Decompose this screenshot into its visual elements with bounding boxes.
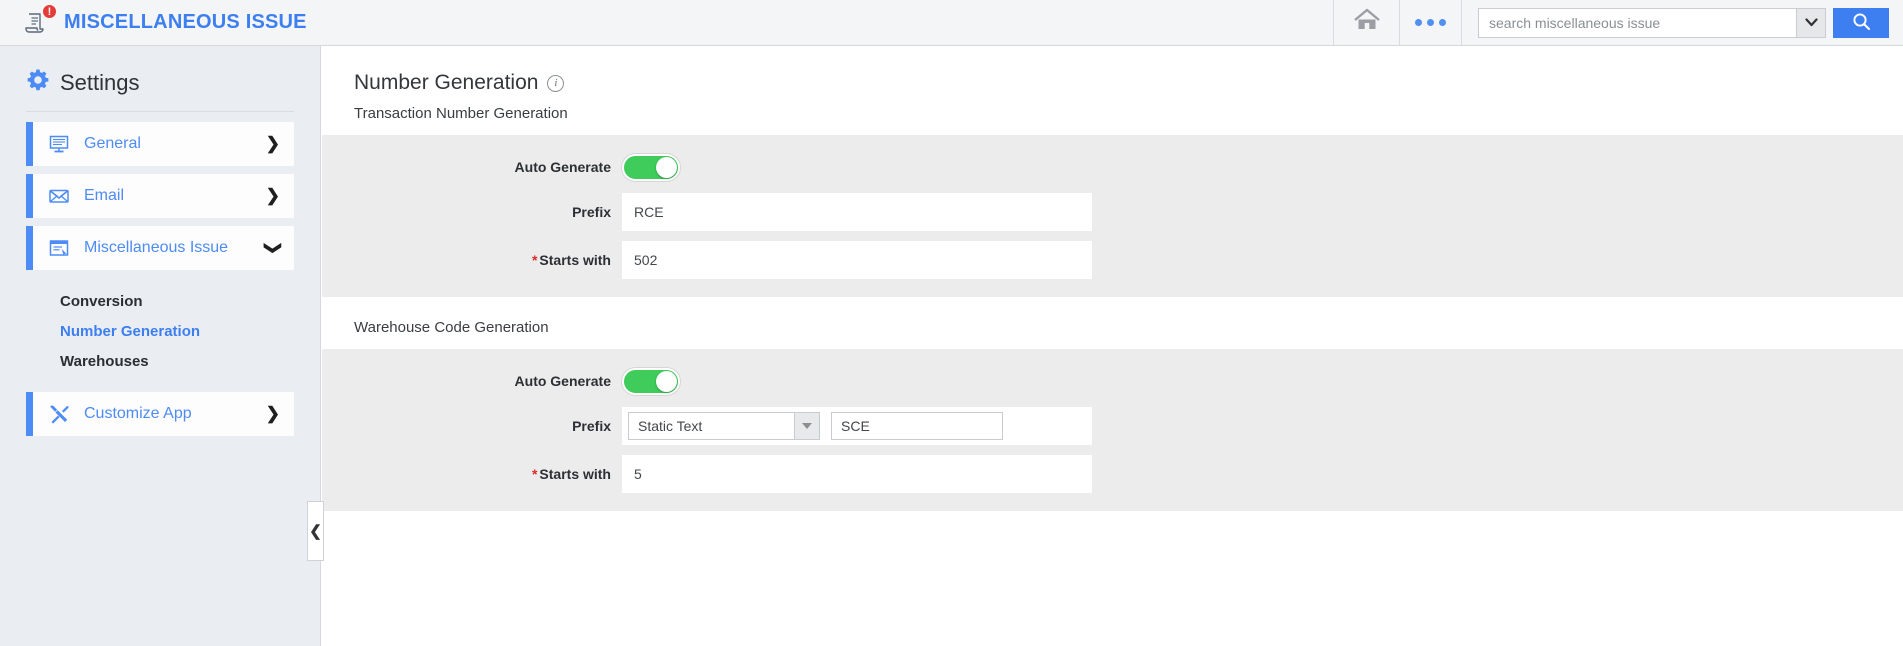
auto-generate-toggle[interactable] <box>622 153 680 181</box>
search-button[interactable] <box>1833 7 1889 38</box>
sidebar-item-label: Miscellaneous Issue <box>84 239 229 256</box>
sidebar-item-label: General <box>84 135 141 152</box>
chevron-right-icon: ❯ <box>265 186 280 205</box>
sidebar: Settings General ❯ Email ❯ Miscellaneous… <box>0 46 324 646</box>
page-title-row: Number Generation i <box>322 46 1903 95</box>
required-asterisk: * <box>531 466 538 482</box>
field-row-prefix: Prefix Static Text <box>322 407 1903 445</box>
app-title: MISCELLANEOUS ISSUE <box>64 11 307 33</box>
prefix-type-value: Static Text <box>638 418 703 434</box>
prefix-combo: Static Text <box>622 407 1092 445</box>
sidebar-subitem-conversion[interactable]: Conversion <box>0 286 320 316</box>
chevron-right-icon: ❯ <box>265 134 280 153</box>
select-arrow[interactable] <box>794 413 819 439</box>
more-options-icon <box>1415 19 1446 26</box>
prefix-static-text-input[interactable] <box>831 412 1003 440</box>
gear-icon <box>26 68 50 97</box>
starts-with-input[interactable] <box>622 241 1092 279</box>
sidebar-item-label: Customize App <box>84 405 192 422</box>
search-scope-dropdown[interactable] <box>1796 7 1826 38</box>
top-bar-actions <box>1333 0 1903 46</box>
settings-header: Settings <box>0 46 320 111</box>
tools-icon <box>48 403 70 425</box>
notification-badge: ! <box>42 3 57 19</box>
chevron-left-icon: ❮ <box>309 523 322 540</box>
sidebar-subitem-number-generation[interactable]: Number Generation <box>0 316 320 346</box>
caret-down-icon <box>802 423 812 429</box>
chevron-right-icon: ❯ <box>265 404 280 423</box>
panel-transaction-number-generation: Auto Generate Prefix *Starts with <box>322 135 1903 297</box>
sidebar-divider <box>26 111 294 112</box>
chevron-down-icon <box>1804 14 1818 32</box>
starts-with-label: * Starts with <box>322 252 622 268</box>
sidebar-item-miscellaneous-issue[interactable]: Miscellaneous Issue ❯ <box>26 226 294 270</box>
sidebar-item-general[interactable]: General ❯ <box>26 122 294 166</box>
app-icon[interactable]: ! <box>20 3 57 40</box>
section-heading-transaction: Transaction Number Generation <box>354 105 568 122</box>
home-button[interactable] <box>1333 0 1399 46</box>
top-bar: ! MISCELLANEOUS ISSUE <box>0 0 1903 46</box>
toggle-knob <box>656 156 677 178</box>
sidebar-item-email[interactable]: Email ❯ <box>26 174 294 218</box>
field-row-starts-with: * Starts with <box>322 455 1903 493</box>
prefix-input[interactable] <box>622 193 1092 231</box>
settings-title: Settings <box>60 69 140 95</box>
required-asterisk: * <box>531 252 538 268</box>
field-row-starts-with: * Starts with <box>322 241 1903 279</box>
auto-generate-label: Auto Generate <box>514 159 611 175</box>
field-row-auto-generate: Auto Generate <box>322 151 1903 183</box>
starts-with-input[interactable] <box>622 455 1092 493</box>
toggle-knob <box>656 370 677 392</box>
field-row-prefix: Prefix <box>322 193 1903 231</box>
prefix-label: Prefix <box>572 418 611 434</box>
section-heading-warehouse: Warehouse Code Generation <box>354 319 549 336</box>
auto-generate-toggle[interactable] <box>622 367 680 395</box>
envelope-icon <box>48 185 70 207</box>
sidebar-collapse-handle[interactable]: ❮ <box>307 501 324 561</box>
prefix-label: Prefix <box>572 204 611 220</box>
sidebar-item-customize-app[interactable]: Customize App ❯ <box>26 392 294 436</box>
form-icon <box>48 237 70 259</box>
panel-warehouse-code-generation: Auto Generate Prefix Static Text *Starts… <box>322 349 1903 511</box>
sidebar-subnav: Conversion Number Generation Warehouses <box>0 278 320 380</box>
subnav-spacer <box>0 380 320 392</box>
starts-with-label: * Starts with <box>322 466 622 482</box>
sidebar-subitem-warehouses[interactable]: Warehouses <box>0 346 320 376</box>
sidebar-subitem-label: Warehouses <box>60 352 149 370</box>
auto-generate-label: Auto Generate <box>514 373 611 389</box>
main-content: Number Generation i Transaction Number G… <box>322 46 1903 646</box>
field-row-auto-generate: Auto Generate <box>322 365 1903 397</box>
prefix-type-select[interactable]: Static Text <box>628 412 820 440</box>
chevron-down-icon: ❯ <box>263 240 283 256</box>
home-icon <box>1353 7 1381 38</box>
starts-with-label-text: Starts with <box>539 466 611 482</box>
page-title: Number Generation <box>354 71 539 94</box>
sidebar-subitem-label: Conversion <box>60 292 143 310</box>
more-options-button[interactable] <box>1399 0 1461 46</box>
starts-with-label-text: Starts with <box>539 252 611 268</box>
search-icon <box>1852 12 1871 34</box>
search-input[interactable] <box>1478 7 1796 38</box>
sidebar-item-label: Email <box>84 187 125 204</box>
sidebar-subitem-label: Number Generation <box>60 322 201 340</box>
monitor-icon <box>48 133 70 155</box>
info-icon[interactable]: i <box>547 74 565 92</box>
search-area <box>1461 0 1903 46</box>
